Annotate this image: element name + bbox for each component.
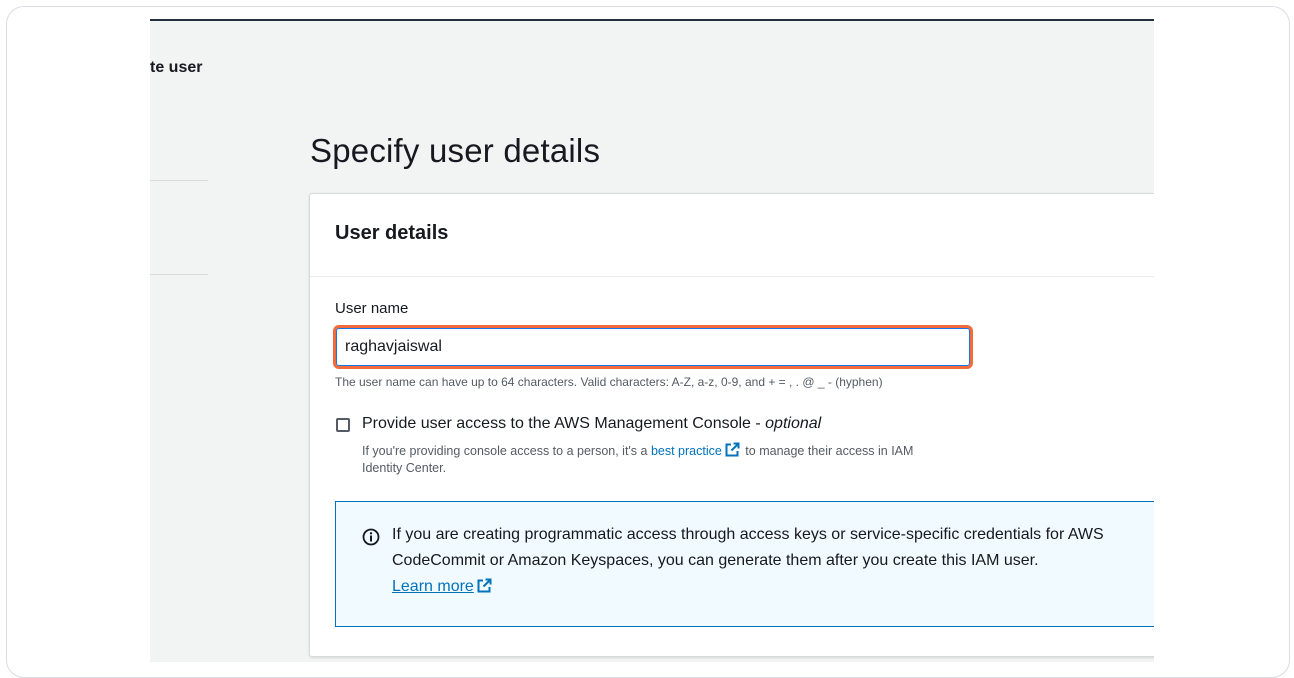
info-alert: If you are creating programmatic access … [335, 501, 1154, 627]
external-link-icon[interactable] [724, 442, 740, 458]
best-practice-link[interactable]: best practice [651, 444, 722, 458]
external-link-icon[interactable] [476, 578, 492, 594]
description-text: If you're providing console access to a … [362, 444, 651, 458]
learn-more-link[interactable]: Learn more [392, 578, 474, 595]
page-title: Specify user details [310, 132, 601, 170]
top-nav-border [150, 19, 1154, 21]
info-icon [362, 528, 380, 546]
optional-text: optional [765, 415, 822, 432]
alert-message: If you are creating programmatic access … [392, 526, 1104, 569]
user-name-input[interactable] [336, 328, 970, 366]
sidebar-divider [150, 274, 208, 275]
user-name-label: User name [335, 300, 409, 317]
sidebar-divider [150, 180, 208, 181]
screenshot-frame: te user Specify user details User detail… [6, 6, 1290, 678]
aws-console-viewport: te user Specify user details User detail… [150, 19, 1154, 662]
sidebar-title[interactable]: te user [150, 59, 202, 77]
user-name-hint: The user name can have up to 64 characte… [335, 375, 883, 389]
panel-title: User details [335, 222, 449, 244]
console-access-label-text: Provide user access to the AWS Managemen… [362, 415, 766, 432]
user-name-highlight [333, 325, 973, 369]
alert-text: If you are creating programmatic access … [392, 522, 1154, 600]
console-access-description: If you're providing console access to a … [362, 442, 922, 477]
console-access-checkbox[interactable] [336, 418, 350, 432]
panel-header: User details [310, 194, 1154, 277]
console-access-label[interactable]: Provide user access to the AWS Managemen… [362, 415, 821, 433]
user-details-panel: User details User name The user name can… [309, 193, 1154, 657]
